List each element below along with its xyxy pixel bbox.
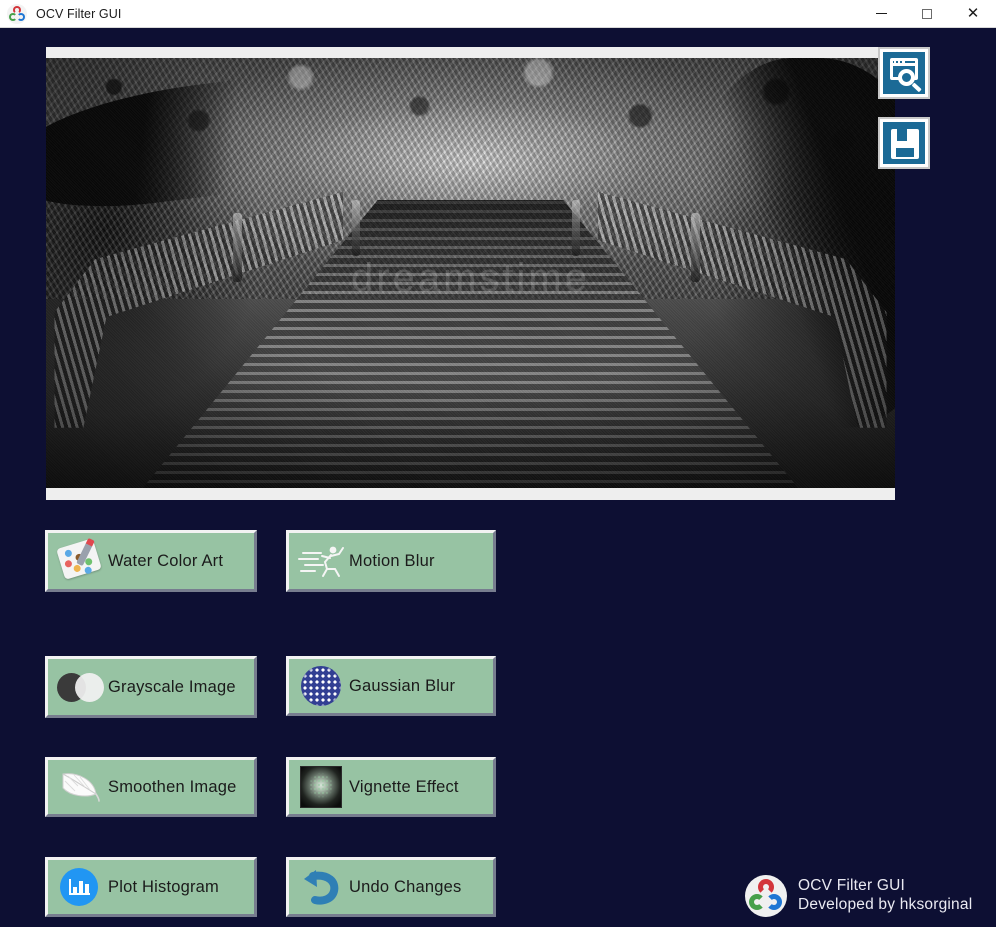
window-controls: ✕ [858, 0, 996, 28]
filter-label: Grayscale Image [108, 677, 236, 696]
undo-arrow-icon [295, 862, 349, 912]
running-man-icon [295, 536, 349, 586]
filter-label: Smoothen Image [108, 777, 237, 796]
two-circles-icon [54, 662, 108, 712]
brand-subtitle: Developed by hksorginal [798, 896, 973, 913]
filter-button-grayscale-image[interactable]: Grayscale Image [45, 656, 257, 718]
minimize-button[interactable] [858, 0, 904, 28]
opencv-logo-icon [7, 3, 27, 24]
filter-button-undo-changes[interactable]: Undo Changes [286, 857, 496, 917]
filter-button-water-color-art[interactable]: Water Color Art [45, 530, 257, 592]
filter-label: Gaussian Blur [349, 676, 456, 695]
palette-icon [54, 536, 108, 586]
vignette-square-icon [295, 762, 349, 812]
close-button[interactable]: ✕ [950, 0, 996, 28]
brand-title: OCV Filter GUI [798, 877, 906, 895]
filter-label: Plot Histogram [108, 877, 220, 896]
filter-label: Vignette Effect [349, 777, 459, 796]
filter-button-gaussian-blur[interactable]: Gaussian Blur [286, 656, 496, 716]
opencv-logo-icon [745, 875, 787, 917]
bar-chart-icon [54, 862, 108, 912]
window-titlebar: OCV Filter GUI ✕ [0, 0, 996, 28]
filter-label: Water Color Art [108, 551, 224, 570]
filter-label: Motion Blur [349, 551, 435, 570]
maximize-icon [922, 8, 932, 19]
filter-button-plot-histogram[interactable]: Plot Histogram [45, 857, 257, 917]
filter-button-grid: Water Color Art Motion Blur Grayscale Im… [0, 28, 996, 927]
feather-icon [54, 762, 108, 812]
filter-label: Undo Changes [349, 877, 462, 896]
filter-button-vignette-effect[interactable]: Vignette Effect [286, 757, 496, 817]
app-branding: OCV Filter GUI Developed by hksorginal [745, 875, 972, 917]
minimize-icon [875, 13, 887, 14]
dotted-disc-icon [295, 661, 349, 711]
filter-button-smoothen-image[interactable]: Smoothen Image [45, 757, 257, 817]
close-icon: ✕ [966, 5, 980, 22]
filter-button-motion-blur[interactable]: Motion Blur [286, 530, 496, 592]
maximize-button[interactable] [904, 0, 950, 28]
window-title: OCV Filter GUI [36, 6, 122, 21]
app-body: dreamstime Water Color Art Motion Blur G… [0, 28, 996, 927]
